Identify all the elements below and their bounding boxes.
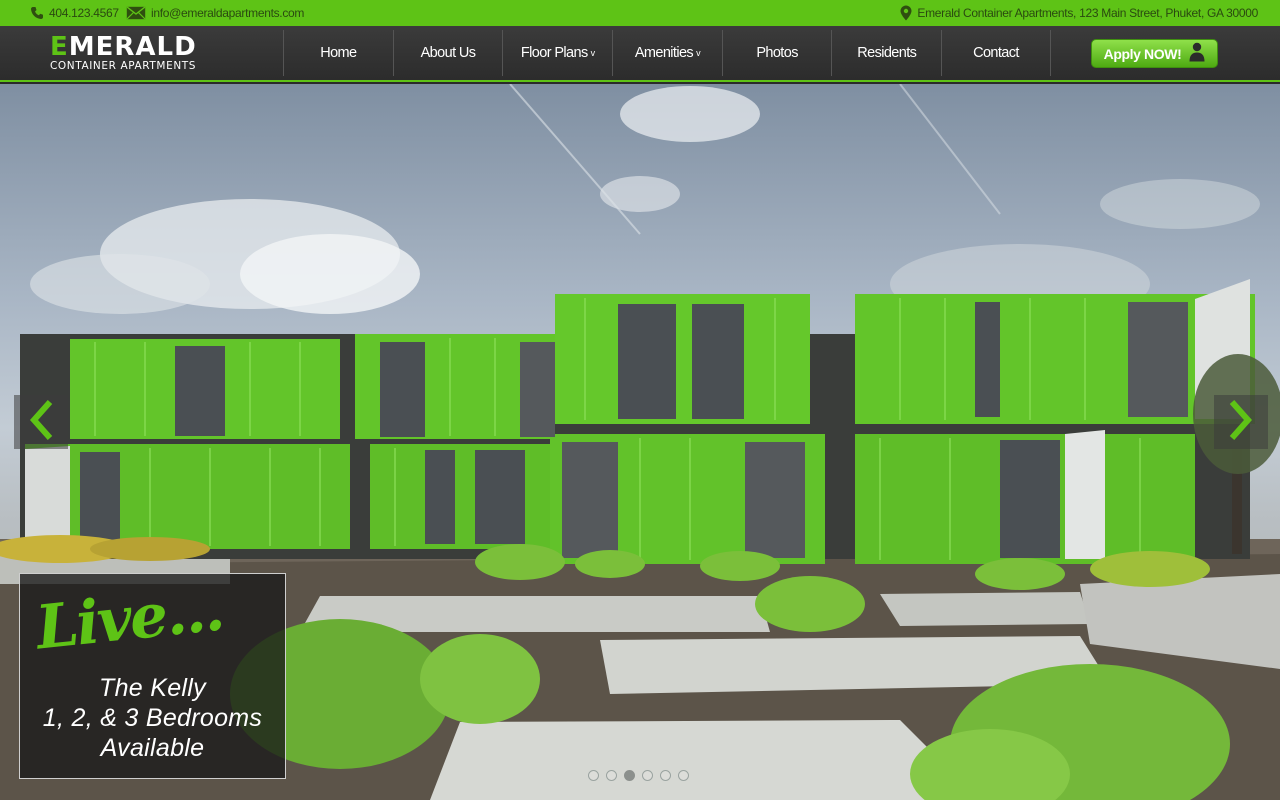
nav-floor-plans[interactable]: Floor Plans v <box>502 30 612 76</box>
main-nav: Home About Us Floor Plans v Amenities v Ph… <box>283 30 1051 76</box>
logo-tagline: CONTAINER APARTMENTS <box>50 60 197 72</box>
nav-home[interactable]: Home <box>283 30 393 76</box>
nav-amenities[interactable]: Amenities v <box>612 30 722 76</box>
hero-slider: Live... The Kelly 1, 2, & 3 Bedrooms Ava… <box>0 84 1280 800</box>
envelope-icon <box>126 6 146 20</box>
slider-pagination <box>588 770 689 781</box>
apply-now-label: Apply NOW! <box>1103 45 1182 62</box>
slider-dot-5[interactable] <box>660 770 671 781</box>
nav-photos[interactable]: Photos <box>721 30 832 76</box>
apply-now-button[interactable]: Apply NOW! <box>1091 39 1218 68</box>
nav-residents[interactable]: Residents <box>831 30 941 76</box>
person-icon <box>1189 42 1205 65</box>
chevron-right-icon <box>1226 399 1256 446</box>
email-link[interactable]: info@emeraldapartments.com <box>126 0 304 26</box>
slider-dot-4[interactable] <box>642 770 653 781</box>
street-address: Emerald Container Apartments, 123 Main S… <box>917 6 1258 20</box>
slider-dot-2[interactable] <box>606 770 617 781</box>
address-link[interactable]: Emerald Container Apartments, 123 Main S… <box>900 0 1258 26</box>
slider-next-button[interactable] <box>1214 395 1268 449</box>
caption-availability: Available <box>100 734 205 762</box>
chevron-down-icon: v <box>590 48 595 58</box>
site-logo[interactable]: EMERALD CONTAINER APARTMENTS <box>50 34 240 72</box>
slide-caption: Live... The Kelly 1, 2, & 3 Bedrooms Ava… <box>19 573 286 779</box>
top-contact-bar: 404.123.4567 info@emeraldapartments.com … <box>0 0 1280 26</box>
site-header: EMERALD CONTAINER APARTMENTS Home About … <box>0 26 1280 82</box>
slider-dot-6[interactable] <box>678 770 689 781</box>
slider-dot-1[interactable] <box>588 770 599 781</box>
map-pin-icon <box>900 5 912 21</box>
caption-bedrooms: 1, 2, & 3 Bedrooms <box>42 704 263 732</box>
email-address: info@emeraldapartments.com <box>151 6 305 20</box>
phone-icon <box>30 6 44 20</box>
slider-dot-3[interactable] <box>624 770 635 781</box>
phone-number: 404.123.4567 <box>49 6 119 20</box>
caption-script-text: Live... <box>32 574 226 664</box>
chevron-down-icon: v <box>696 48 700 58</box>
nav-contact[interactable]: Contact <box>941 30 1051 76</box>
logo-wordmark: EMERALD <box>50 32 197 62</box>
nav-about-us[interactable]: About Us <box>392 30 503 76</box>
caption-property-name: The Kelly <box>99 674 206 702</box>
slider-prev-button[interactable] <box>14 395 68 449</box>
chevron-left-icon <box>26 399 56 446</box>
phone-link[interactable]: 404.123.4567 <box>30 0 119 26</box>
